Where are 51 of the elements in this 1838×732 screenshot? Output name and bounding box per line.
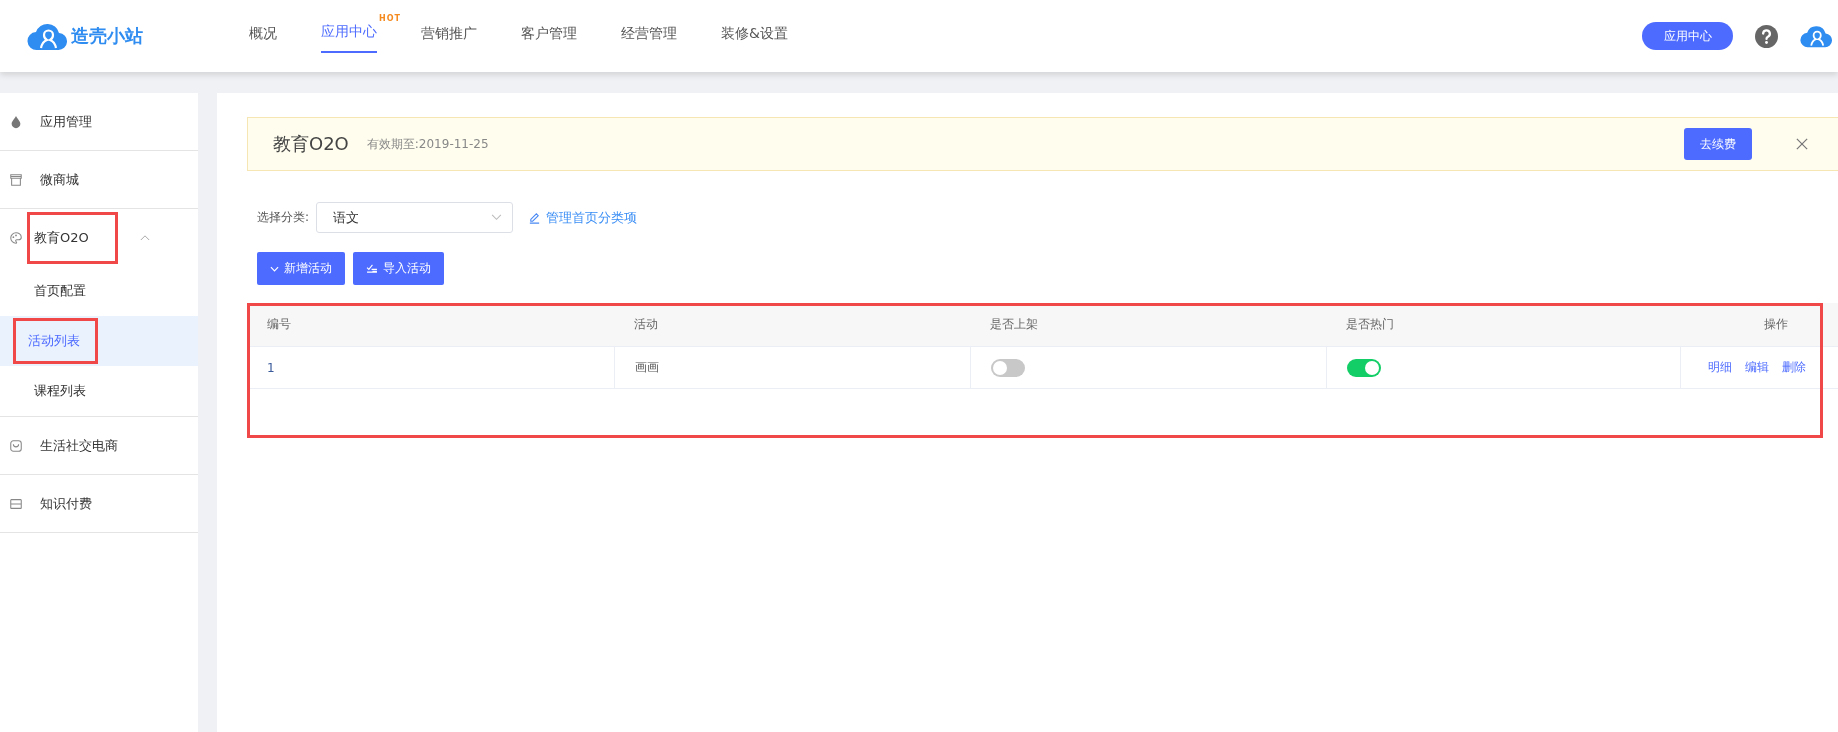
chevron-down-icon [270, 265, 279, 272]
column-header: 操作 [1763, 316, 1789, 333]
column-header: 活动 [633, 316, 659, 333]
sidebar-item[interactable]: 应用管理 [33, 107, 99, 136]
manage-categories-link[interactable]: 管理首页分类项 [528, 208, 638, 227]
bag-icon [9, 438, 23, 453]
drop-icon [9, 114, 23, 129]
toggle-switch[interactable] [991, 358, 1025, 377]
cloud-logo-icon [27, 21, 67, 51]
cloud-icon[interactable] [1800, 24, 1832, 48]
nav-tab[interactable]: 营销推广 [421, 0, 477, 72]
pencil-icon [528, 211, 542, 224]
app-center-button[interactable]: 应用中心 [1642, 22, 1733, 50]
nav-tab[interactable]: 装修&设置 [721, 0, 788, 72]
checklist-icon [366, 264, 378, 273]
column-header: 是否热门 [1345, 316, 1395, 333]
edit-link[interactable]: 编辑 [1745, 359, 1769, 376]
banner-title: 教育O2O [273, 132, 349, 156]
sidebar-item[interactable]: 微商城 [33, 165, 86, 194]
logo-text: 造壳小站 [71, 24, 143, 48]
stack-icon [9, 496, 23, 511]
sidebar-subitem[interactable]: 活动列表 [13, 318, 98, 364]
filter-label: 选择分类: [257, 209, 310, 226]
store-icon [9, 172, 23, 187]
sidebar-item[interactable]: 教育O2O [27, 211, 118, 264]
delete-link[interactable]: 删除 [1782, 359, 1806, 376]
category-select[interactable]: 语文 [316, 202, 514, 233]
expiry-text: 有效期至:2019-11-25 [366, 135, 489, 153]
nav-tab[interactable]: 客户管理 [521, 0, 577, 72]
column-header: 编号 [266, 316, 292, 333]
table-cell: 画画 [614, 347, 970, 388]
add-activity-button[interactable]: 新增活动 [257, 252, 345, 285]
sidebar-subitem[interactable]: 首页配置 [28, 269, 92, 313]
close-icon[interactable] [1796, 138, 1808, 150]
sidebar-item[interactable]: 知识付费 [33, 489, 99, 518]
nav-tab[interactable]: 应用中心 [321, 0, 377, 53]
caret-icon[interactable] [140, 234, 150, 241]
chevron-down-icon[interactable] [491, 214, 503, 221]
renew-button[interactable]: 去续费 [1684, 128, 1752, 160]
help-icon[interactable] [1755, 24, 1778, 48]
details-link[interactable]: 明细 [1708, 359, 1732, 376]
column-header: 是否上架 [989, 316, 1039, 333]
import-activity-button[interactable]: 导入活动 [353, 252, 444, 285]
palette-icon [9, 230, 23, 245]
nav-tab[interactable]: 概况 [249, 0, 277, 72]
hot-label: HOT [379, 14, 401, 23]
nav-tab[interactable]: 经营管理 [621, 0, 677, 72]
table-cell-text: 1 [266, 359, 276, 377]
sidebar-subitem[interactable]: 课程列表 [28, 369, 92, 413]
toggle-switch[interactable] [1347, 358, 1381, 377]
sidebar-item[interactable]: 生活社交电商 [33, 431, 125, 460]
